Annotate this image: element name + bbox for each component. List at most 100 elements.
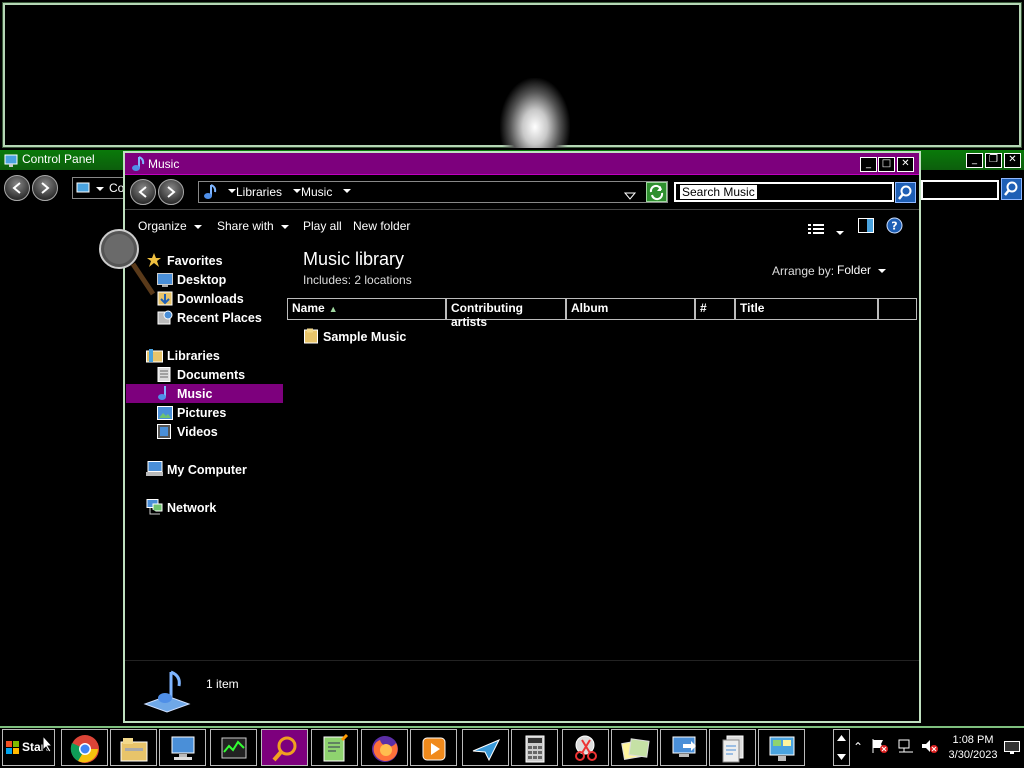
address-dropdown-icon[interactable] — [623, 186, 637, 205]
forward-button[interactable] — [158, 179, 184, 205]
action-center-flag-icon[interactable] — [871, 738, 889, 758]
search-button[interactable] — [895, 182, 916, 203]
library-includes[interactable]: Includes: 2 locations — [303, 273, 412, 287]
column-album[interactable]: Album — [566, 298, 695, 320]
search-input[interactable]: Search Music — [674, 182, 894, 202]
search-icon — [898, 185, 912, 200]
column-title[interactable]: Title — [735, 298, 878, 320]
network-tray-icon[interactable] — [897, 738, 915, 758]
music-explorer-window[interactable] — [123, 151, 921, 723]
cp-back-button[interactable] — [4, 175, 30, 201]
taskbar-firefox[interactable] — [361, 729, 408, 766]
show-hidden-icons-chevron-icon[interactable]: ⌃ — [853, 740, 863, 754]
nav-my-computer[interactable]: My Computer — [167, 463, 247, 477]
nav-libraries[interactable]: Libraries — [167, 349, 220, 363]
nav-pictures[interactable]: Pictures — [177, 406, 226, 420]
chevron-down-icon — [280, 224, 289, 229]
view-options-chevron-icon[interactable] — [836, 222, 844, 241]
column-contributing-artists[interactable]: Contributing artists — [446, 298, 566, 329]
firefox-icon — [371, 736, 398, 762]
breadcrumb-music[interactable]: Music — [301, 185, 332, 199]
taskbar-computer[interactable] — [159, 729, 206, 766]
videos-icon — [157, 424, 171, 443]
preview-pane-icon[interactable] — [858, 218, 874, 237]
taskbar-notepad-plus-plus[interactable] — [311, 729, 358, 766]
nav-recent-places[interactable]: Recent Places — [177, 311, 262, 325]
status-item-count: 1 item — [206, 677, 239, 691]
cp-search-button[interactable] — [1001, 178, 1022, 200]
cp-search-input[interactable] — [921, 180, 999, 200]
music-titlebar[interactable] — [125, 153, 919, 175]
nav-music[interactable]: Music — [177, 387, 212, 401]
star-icon — [147, 252, 161, 271]
taskbar-documents[interactable] — [709, 729, 756, 766]
search-icon — [1004, 181, 1018, 196]
help-icon[interactable]: ? — [886, 217, 903, 238]
arrange-by-dropdown[interactable]: Folder — [837, 263, 887, 277]
list-item-name: Sample Music — [323, 330, 407, 344]
taskbar-media-player[interactable] — [410, 729, 457, 766]
back-button[interactable] — [130, 179, 156, 205]
taskbar-calculator[interactable] — [511, 729, 558, 766]
new-folder-button[interactable]: New folder — [353, 219, 410, 233]
cp-close-button[interactable]: ✕ — [1004, 153, 1021, 168]
volume-muted-icon[interactable] — [921, 738, 939, 758]
nav-network[interactable]: Network — [167, 501, 216, 515]
column-number[interactable]: # — [695, 298, 735, 320]
cp-forward-button[interactable] — [32, 175, 58, 201]
recent-places-icon — [157, 310, 173, 329]
taskbar-remote-desktop[interactable] — [660, 729, 707, 766]
network-icon — [146, 499, 163, 519]
taskbar-task-manager[interactable] — [210, 729, 257, 766]
list-item[interactable]: Sample Music — [303, 327, 433, 347]
libraries-icon — [146, 348, 163, 367]
address-bar[interactable]: Libraries Music — [198, 181, 668, 203]
refresh-button[interactable] — [646, 182, 667, 202]
breadcrumb-music-chevron-icon[interactable] — [343, 189, 351, 193]
cp-restore-button[interactable]: ❐ — [985, 153, 1002, 168]
nav-documents[interactable]: Documents — [177, 368, 245, 382]
clock-date: 3/30/2023 — [948, 749, 998, 761]
maximize-button[interactable]: □ — [878, 157, 895, 172]
taskbar-file-explorer[interactable] — [110, 729, 157, 766]
nav-desktop[interactable]: Desktop — [177, 273, 226, 287]
music-note-icon — [130, 155, 146, 177]
library-heading: Music library — [303, 249, 405, 269]
taskbar-sticky-notes[interactable] — [611, 729, 658, 766]
notepad-plus-plus-icon — [323, 734, 348, 762]
computer-icon — [146, 461, 163, 481]
play-all-button[interactable]: Play all — [303, 219, 342, 233]
taskbar-chrome[interactable] — [61, 729, 108, 766]
breadcrumb-root-chevron-icon[interactable] — [228, 189, 236, 193]
column-extra[interactable] — [878, 298, 917, 320]
breadcrumb-libraries-chevron-icon[interactable] — [293, 189, 301, 193]
close-button[interactable]: ✕ — [897, 157, 914, 172]
taskbar-magnifier[interactable] — [261, 729, 308, 766]
breadcrumb-libraries[interactable]: Libraries — [236, 185, 282, 199]
desktop-icon — [157, 272, 173, 291]
toolbar-divider — [125, 209, 919, 210]
minimize-button[interactable]: _ — [860, 157, 877, 172]
chevron-down-icon[interactable] — [96, 187, 104, 191]
taskbar-snipping-tool[interactable] — [562, 729, 609, 766]
show-desktop-icon[interactable] — [1004, 740, 1020, 759]
nav-downloads[interactable]: Downloads — [177, 292, 244, 306]
taskbar-paper-plane[interactable] — [462, 729, 509, 766]
cp-minimize-button[interactable]: _ — [966, 153, 983, 168]
nav-videos[interactable]: Videos — [177, 425, 218, 439]
share-with-label: Share with — [217, 219, 274, 233]
share-with-menu[interactable]: Share with — [217, 219, 289, 233]
nav-favorites[interactable]: Favorites — [167, 254, 223, 268]
control-panel-icon — [4, 153, 18, 172]
view-details-icon[interactable] — [808, 220, 824, 239]
folder-icon — [304, 328, 319, 348]
column-name[interactable]: Name ▲ — [287, 298, 446, 320]
refresh-icon — [649, 184, 664, 201]
taskbar-control-panel[interactable] — [758, 729, 805, 766]
clock[interactable]: 1:08 PM 3/30/2023 — [944, 733, 1002, 763]
arrange-by-label: Arrange by: — [772, 264, 835, 278]
snipping-tool-icon — [574, 735, 597, 761]
taskbar-scroll-buttons[interactable] — [833, 729, 850, 766]
magnifier-icon — [271, 736, 296, 762]
cp-address-bar[interactable]: Co — [72, 177, 124, 199]
